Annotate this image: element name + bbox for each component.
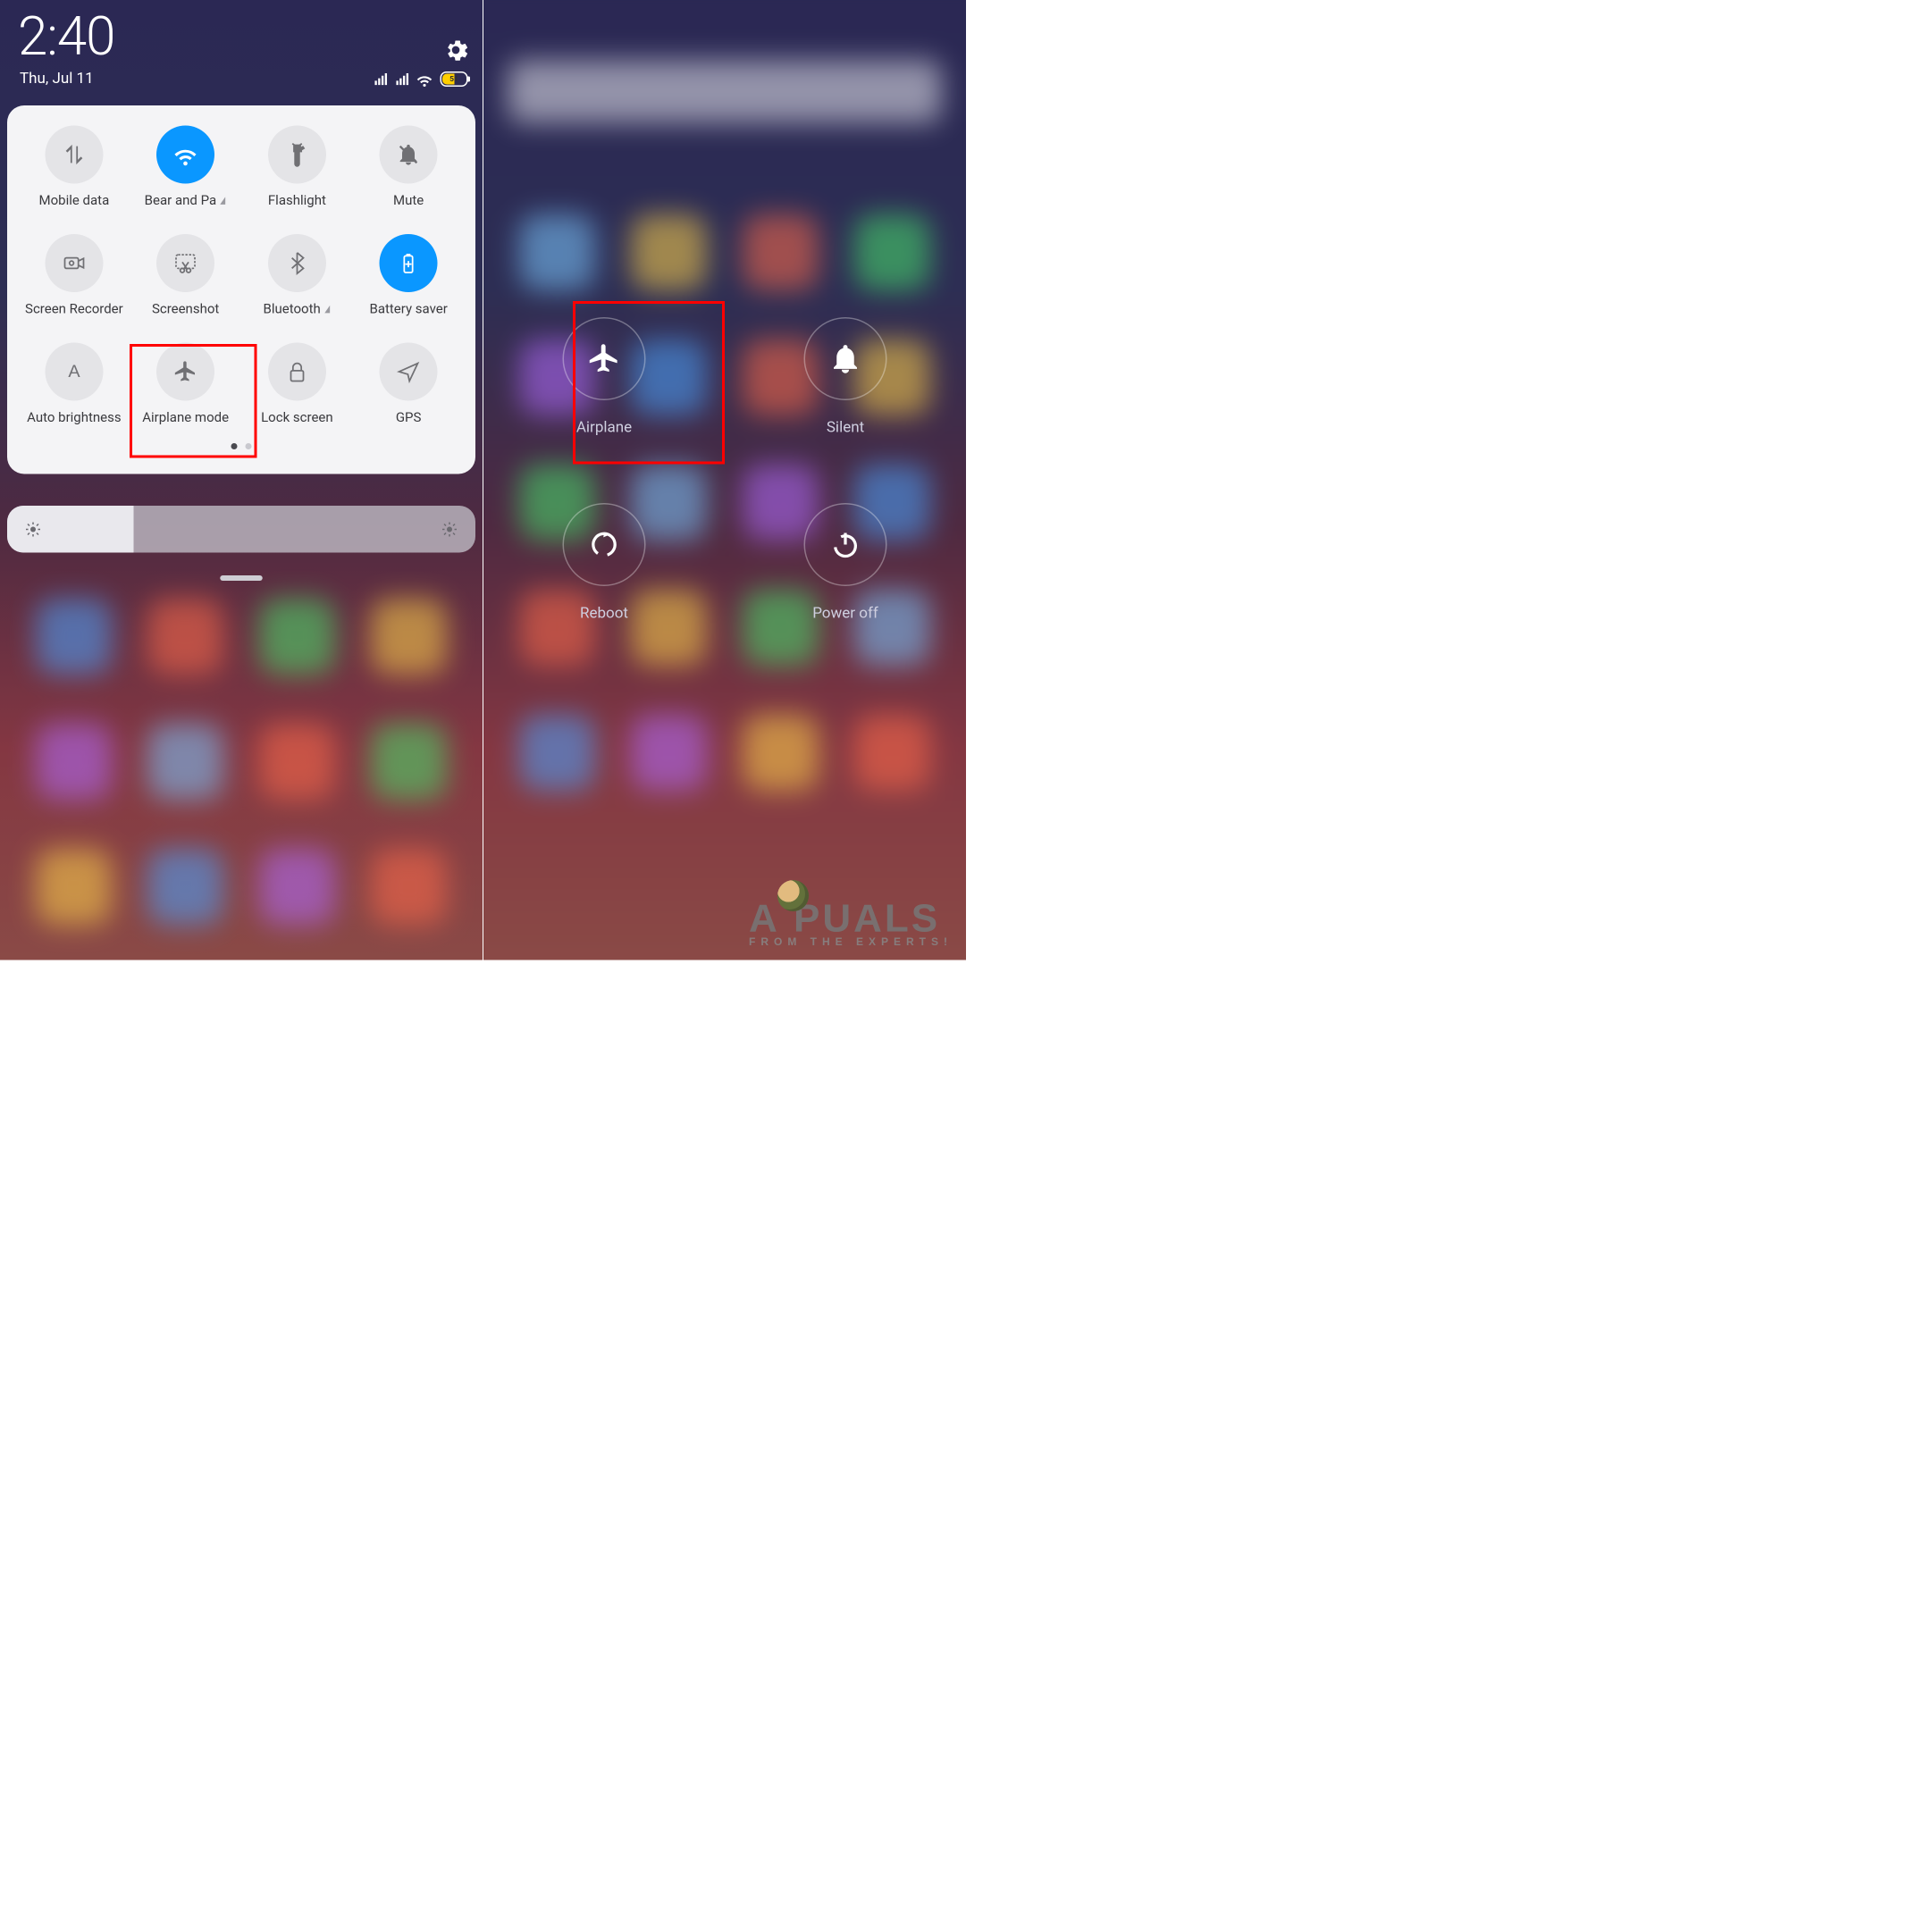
- tile-lock-screen[interactable]: Lock screen: [241, 343, 353, 426]
- tile-label: Bluetooth◢: [264, 301, 332, 317]
- tile-label: Airplane mode: [142, 410, 229, 426]
- signal-icon: [374, 72, 388, 86]
- tile-label: Battery saver: [369, 301, 447, 317]
- sun-low-icon: [25, 521, 41, 537]
- flashlight-icon[interactable]: [268, 126, 326, 184]
- tile-label: Bear and Pa◢: [145, 193, 227, 209]
- tile-gps[interactable]: GPS: [353, 343, 465, 426]
- power-reboot-button[interactable]: [563, 503, 646, 586]
- chevron-down-icon: ◢: [220, 195, 225, 206]
- scissors-icon[interactable]: [156, 234, 214, 292]
- pager-dot[interactable]: [231, 443, 238, 449]
- tile-label: Screen Recorder: [25, 301, 123, 317]
- airplane-icon[interactable]: [156, 343, 214, 401]
- location-arrow-icon[interactable]: [380, 343, 438, 401]
- video-camera-icon[interactable]: [45, 234, 103, 292]
- pager-dots[interactable]: [19, 443, 465, 449]
- gear-icon: [444, 38, 467, 62]
- tile-battery-saver[interactable]: Battery saver: [353, 234, 465, 317]
- power-power-off-button[interactable]: [804, 503, 887, 586]
- tile-label: GPS: [396, 410, 422, 426]
- battery-plus-icon[interactable]: [380, 234, 438, 292]
- tile-label: Flashlight: [268, 193, 326, 209]
- data-arrows-icon[interactable]: [45, 126, 103, 184]
- tile-flashlight[interactable]: Flashlight: [241, 126, 353, 209]
- brightness-slider[interactable]: [7, 506, 475, 553]
- power-airplane-button[interactable]: [563, 317, 646, 400]
- phone-screenshot-left: 2:40 Thu, Jul 11 51 Mobile dataB: [0, 0, 483, 960]
- signal-icon: [396, 72, 409, 86]
- tile-mute[interactable]: Mute: [353, 126, 465, 209]
- quick-settings-panel: Mobile data Bear and Pa◢ Flashlight Mute Scr…: [7, 105, 475, 474]
- power-label: Airplane: [576, 418, 632, 436]
- tile-label: Mute: [393, 193, 424, 209]
- power-menu: Airplane Silent Reboot Power off: [483, 317, 966, 622]
- mute-bell-icon[interactable]: [380, 126, 438, 184]
- tile-airplane-mode[interactable]: Airplane mode: [130, 343, 241, 426]
- appuals-watermark: A PUALS FROM THE EXPERTS!: [749, 901, 953, 947]
- power-label: Power off: [812, 604, 878, 622]
- power-label: Reboot: [580, 604, 628, 622]
- tile-label: Screenshot: [152, 301, 219, 317]
- letter-a-icon[interactable]: [45, 343, 103, 401]
- phone-screenshot-right: Airplane Silent Reboot Power off: [483, 0, 966, 960]
- tile-screen-recorder[interactable]: Screen Recorder: [19, 234, 130, 317]
- wifi-icon: [417, 71, 433, 87]
- lock-icon[interactable]: [268, 343, 326, 401]
- wifi-icon[interactable]: [156, 126, 214, 184]
- tile-auto-brightness[interactable]: Auto brightness: [19, 343, 130, 426]
- status-icons: 51: [374, 71, 471, 87]
- tile-wifi-network[interactable]: Bear and Pa◢: [130, 126, 241, 209]
- reboot-icon: [587, 527, 622, 562]
- bluetooth-icon[interactable]: [268, 234, 326, 292]
- chevron-down-icon: ◢: [324, 304, 330, 315]
- pager-dot[interactable]: [246, 443, 252, 449]
- tile-label: Mobile data: [39, 193, 110, 209]
- battery-icon: 51: [441, 71, 471, 87]
- sun-high-icon: [441, 521, 458, 537]
- clock: 2:40: [18, 5, 114, 68]
- status-bar: 2:40 Thu, Jul 11 51: [0, 0, 483, 89]
- power-label: Silent: [827, 418, 864, 436]
- tile-label: Lock screen: [261, 410, 333, 426]
- tile-bluetooth[interactable]: Bluetooth◢: [241, 234, 353, 317]
- tile-label: Auto brightness: [27, 410, 121, 426]
- power-silent-button[interactable]: [804, 317, 887, 400]
- bell-icon: [828, 341, 863, 376]
- tile-mobile-data[interactable]: Mobile data: [19, 126, 130, 209]
- tile-screenshot[interactable]: Screenshot: [130, 234, 241, 317]
- date: Thu, Jul 11: [20, 70, 94, 88]
- power-icon: [828, 527, 863, 562]
- settings-button[interactable]: [444, 38, 467, 62]
- panel-drag-handle[interactable]: [220, 575, 263, 581]
- airplane-icon: [587, 341, 622, 376]
